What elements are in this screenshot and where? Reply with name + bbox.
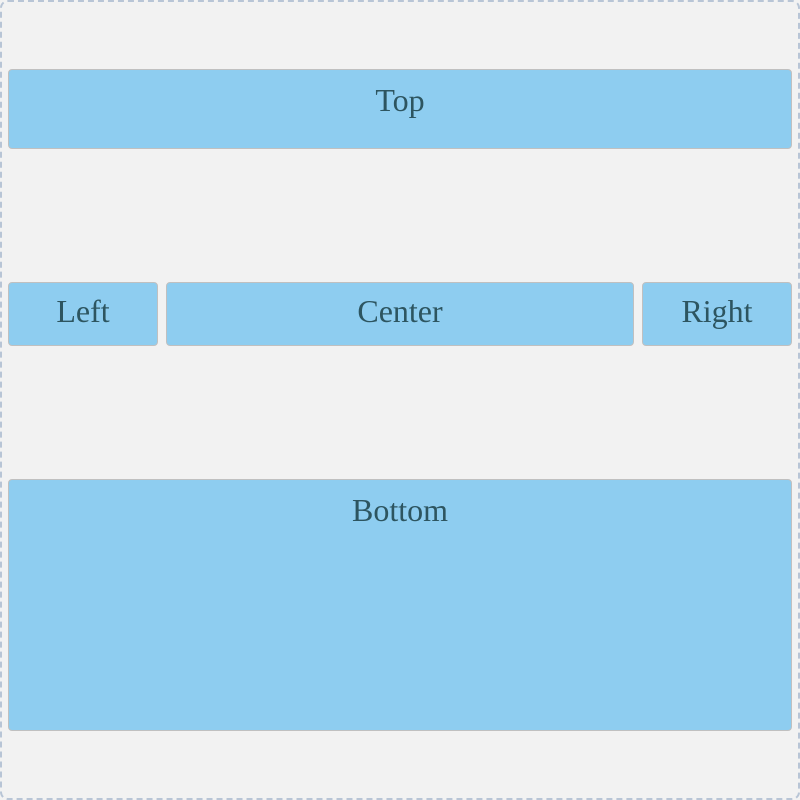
left-panel: Left [8,282,158,346]
bottom-label: Bottom [352,492,448,529]
bottom-panel: Bottom [8,479,792,731]
center-label: Center [357,293,442,330]
right-label: Right [681,293,752,330]
top-label: Top [375,82,424,119]
top-panel: Top [8,69,792,149]
layout-container: Top Left Center Right Bottom [0,0,800,800]
middle-row: Left Center Right [8,282,792,346]
left-label: Left [56,293,109,330]
right-panel: Right [642,282,792,346]
center-panel: Center [166,282,634,346]
